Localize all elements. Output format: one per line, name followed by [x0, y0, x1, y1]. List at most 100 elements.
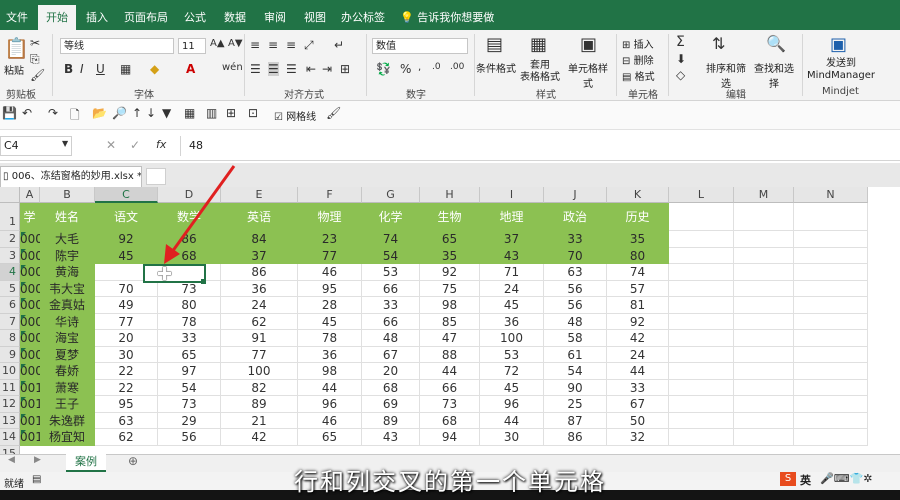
table-cell[interactable] — [794, 396, 868, 413]
tab-file[interactable]: 文件 — [4, 7, 30, 30]
header-cell[interactable]: 姓名 — [40, 203, 95, 231]
table-cell[interactable] — [669, 231, 734, 248]
table-cell[interactable] — [734, 297, 794, 314]
filter-icon[interactable]: ▼ — [162, 106, 171, 120]
comma-icon[interactable]: , — [418, 62, 421, 73]
table-cell[interactable]: 86 — [544, 429, 607, 446]
table-cell[interactable]: 华诗 — [40, 313, 95, 330]
autosum-icon[interactable]: Σ — [676, 34, 685, 50]
align-bottom-icon[interactable]: ≡ — [286, 38, 296, 52]
table-cell[interactable]: 63 — [544, 264, 607, 281]
table-cell[interactable]: 43 — [362, 429, 420, 446]
table-cell[interactable] — [669, 297, 734, 314]
table-cell[interactable] — [669, 313, 734, 330]
table-cell[interactable]: 54 — [158, 379, 221, 396]
table-cell[interactable]: 王子 — [40, 396, 95, 413]
redo-icon[interactable]: ↷ — [48, 106, 58, 120]
column-header-c[interactable]: C — [95, 187, 158, 203]
print-preview-icon[interactable]: 🔎 — [112, 106, 127, 120]
table-cell[interactable]: 92 — [95, 231, 158, 248]
table-cell[interactable] — [734, 363, 794, 380]
column-header-f[interactable]: F — [298, 187, 362, 203]
table-cell[interactable]: 韦大宝 — [40, 280, 95, 297]
table-cell[interactable]: 黄海 — [40, 264, 95, 281]
increase-decimal-icon[interactable]: .0 — [432, 62, 441, 72]
table-cell[interactable] — [669, 280, 734, 297]
table-cell[interactable]: 62 — [221, 313, 298, 330]
conditional-format-icon[interactable]: ▤ — [486, 34, 503, 55]
new-file-icon[interactable]: 🗋 — [70, 106, 80, 127]
number-format-combo[interactable]: 数值 — [372, 38, 468, 54]
tab-formulas[interactable]: 公式 — [180, 7, 210, 30]
tab-insert[interactable]: 插入 — [82, 7, 112, 30]
table-cell[interactable]: 朱逸群 — [40, 412, 95, 429]
tab-data[interactable]: 数据 — [220, 7, 250, 30]
table-cell[interactable]: 48 — [544, 313, 607, 330]
tab-page-layout[interactable]: 页面布局 — [124, 7, 168, 30]
header-cell[interactable]: 历史 — [607, 203, 669, 231]
table-cell[interactable]: 大毛 — [40, 231, 95, 248]
table-cell[interactable]: 28 — [298, 297, 362, 314]
table-cell[interactable]: 48 — [362, 330, 420, 347]
table-cell[interactable]: 63 — [95, 412, 158, 429]
row-header-8[interactable]: 8 — [0, 330, 20, 347]
sort-asc-icon[interactable]: ↑ — [132, 106, 142, 120]
table-cell[interactable]: 20 — [95, 330, 158, 347]
align-center-icon[interactable]: ☰ — [268, 62, 279, 76]
table-cell[interactable]: 海宝 — [40, 330, 95, 347]
table-cell[interactable]: 74 — [607, 264, 669, 281]
table-cell[interactable] — [794, 379, 868, 396]
row-header-14[interactable]: 14 — [0, 429, 20, 446]
table-cell[interactable]: 45 — [480, 297, 544, 314]
table-cell[interactable]: 57 — [607, 280, 669, 297]
table-cell[interactable]: 78 — [158, 313, 221, 330]
table-cell[interactable]: 71 — [480, 264, 544, 281]
undo-icon[interactable]: ↶ — [22, 106, 32, 120]
table-cell[interactable]: 53 — [362, 264, 420, 281]
table-cell[interactable]: 66 — [362, 313, 420, 330]
table-cell[interactable]: 23 — [298, 231, 362, 248]
table-cell[interactable]: 53 — [480, 346, 544, 363]
table-cell[interactable] — [734, 346, 794, 363]
table-cell[interactable]: 87 — [544, 412, 607, 429]
gridlines-toggle[interactable]: ☑ 网格线 — [274, 108, 316, 123]
bold-icon[interactable]: B — [64, 62, 73, 76]
table-cell[interactable]: 65 — [298, 429, 362, 446]
table-cell[interactable]: 33 — [544, 231, 607, 248]
row-header-5[interactable]: 5 — [0, 280, 20, 297]
table-cell[interactable]: 54 — [544, 363, 607, 380]
tell-me-box[interactable]: 💡 告诉我你想要做什么 — [400, 7, 500, 45]
row-header-13[interactable]: 13 — [0, 412, 20, 429]
table-cell[interactable] — [734, 313, 794, 330]
fill-color-icon[interactable]: ◆ — [150, 62, 159, 76]
table-cell[interactable] — [794, 346, 868, 363]
phonetic-icon[interactable]: wén — [222, 62, 243, 73]
table-cell[interactable] — [734, 429, 794, 446]
column-header-i[interactable]: I — [480, 187, 544, 203]
row-header-10[interactable]: 10 — [0, 363, 20, 380]
underline-icon[interactable]: U — [96, 62, 105, 76]
table-cell[interactable]: 75 — [420, 280, 480, 297]
table-cell[interactable]: 24 — [221, 297, 298, 314]
tab-home[interactable]: 开始 — [38, 5, 76, 30]
table-cell[interactable] — [734, 396, 794, 413]
table-cell[interactable]: 45 — [298, 313, 362, 330]
table-cell[interactable]: 89 — [221, 396, 298, 413]
decrease-decimal-icon[interactable]: .00 — [450, 62, 464, 72]
table-cell[interactable] — [734, 330, 794, 347]
tab-review[interactable]: 审阅 — [260, 7, 290, 30]
table-cell[interactable]: 89 — [362, 412, 420, 429]
tab-view[interactable]: 视图 — [300, 7, 330, 30]
clear-icon[interactable]: ◇ — [676, 68, 685, 82]
table-cell[interactable]: 35 — [607, 231, 669, 248]
border-icon[interactable]: ▦ — [120, 62, 131, 76]
cell-style-icon[interactable]: ▣ — [580, 34, 597, 55]
table-cell[interactable]: 36 — [298, 346, 362, 363]
table-cell[interactable]: 96 — [298, 396, 362, 413]
paste-button[interactable]: 粘贴 — [2, 62, 26, 77]
table-cell[interactable] — [734, 412, 794, 429]
table-cell[interactable]: 24 — [607, 346, 669, 363]
align-middle-icon[interactable]: ≡ — [268, 38, 278, 52]
column-header-l[interactable]: L — [669, 187, 734, 203]
column-header-g[interactable]: G — [362, 187, 420, 203]
